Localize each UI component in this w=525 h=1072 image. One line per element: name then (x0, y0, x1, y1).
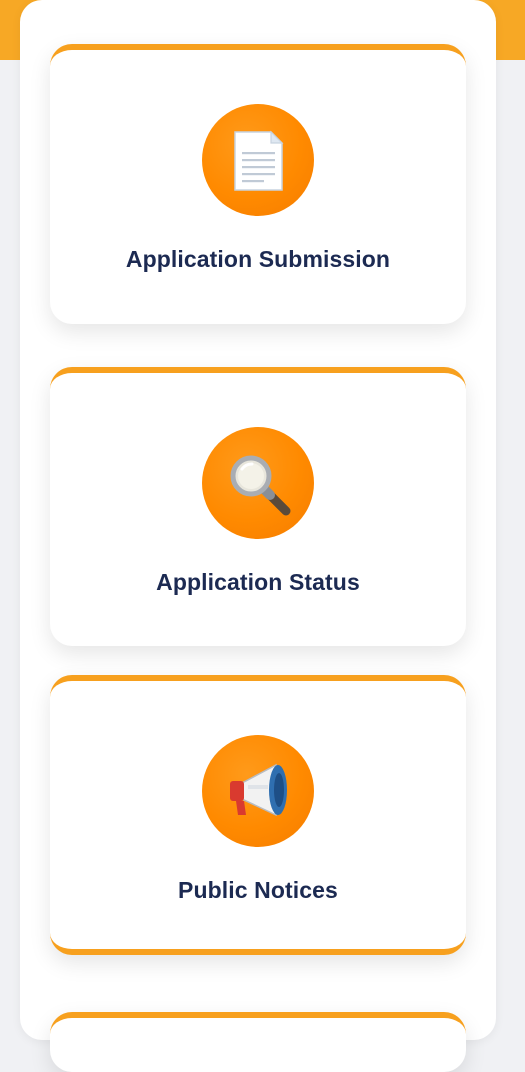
card-label: Public Notices (178, 877, 338, 903)
application-submission-card[interactable]: Application Submission (50, 44, 466, 324)
card-label: Application Status (156, 569, 360, 595)
document-icon (202, 104, 314, 216)
public-notices-card[interactable]: Public Notices (50, 675, 466, 955)
magnifier-icon (202, 427, 314, 539)
application-status-card[interactable]: Application Status (50, 367, 466, 646)
card-label: Application Submission (125, 246, 391, 272)
next-card[interactable] (50, 1012, 466, 1072)
megaphone-icon (202, 735, 314, 847)
